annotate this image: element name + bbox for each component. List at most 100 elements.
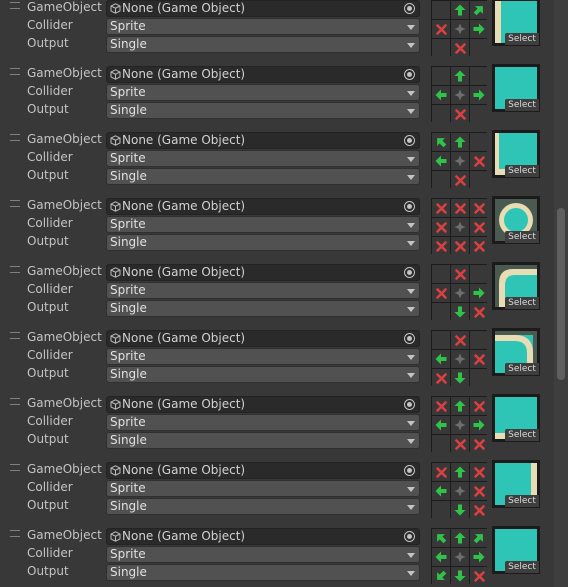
collider-dropdown[interactable]: Sprite (106, 414, 420, 431)
drag-handle-icon[interactable] (10, 134, 20, 141)
sprite-preview[interactable]: Select (492, 262, 540, 310)
neighbor-cell-empty[interactable] (432, 39, 450, 57)
arrow-e-icon[interactable] (470, 416, 488, 434)
arrow-w-icon[interactable] (432, 86, 450, 104)
arrow-e-icon[interactable] (470, 548, 488, 566)
output-dropdown[interactable]: Single (106, 366, 420, 383)
not-this-icon[interactable] (451, 265, 469, 283)
sprite-preview[interactable]: Select (492, 130, 540, 178)
gameobject-field[interactable]: None (Game Object) (106, 0, 420, 17)
not-this-icon[interactable] (470, 567, 488, 585)
neighbor-cell-empty[interactable] (470, 171, 488, 189)
select-sprite-button[interactable]: Select (505, 429, 539, 441)
neighbor-cell-empty[interactable] (432, 265, 450, 283)
gameobject-field[interactable]: None (Game Object) (106, 462, 420, 479)
not-this-icon[interactable] (470, 350, 488, 368)
sprite-preview[interactable]: Select (492, 196, 540, 244)
not-this-icon[interactable] (432, 20, 450, 38)
arrow-s-icon[interactable] (451, 501, 469, 519)
drag-handle-icon[interactable] (10, 398, 20, 405)
not-this-icon[interactable] (470, 152, 488, 170)
arrow-n-icon[interactable] (451, 133, 469, 151)
sprite-preview[interactable]: Select (492, 526, 540, 574)
neighbor-cell-empty[interactable] (432, 501, 450, 519)
arrow-w-icon[interactable] (432, 152, 450, 170)
collider-dropdown[interactable]: Sprite (106, 348, 420, 365)
object-picker-icon[interactable] (404, 3, 415, 14)
drag-handle-icon[interactable] (10, 200, 20, 207)
sprite-preview[interactable]: Select (492, 328, 540, 376)
select-sprite-button[interactable]: Select (505, 363, 539, 375)
arrow-n-icon[interactable] (451, 529, 469, 547)
not-this-icon[interactable] (470, 501, 488, 519)
arrow-w-icon[interactable] (432, 548, 450, 566)
arrow-w-icon[interactable] (432, 416, 450, 434)
select-sprite-button[interactable]: Select (505, 33, 539, 45)
neighbor-cell-empty[interactable] (432, 1, 450, 19)
neighbor-cell-empty[interactable] (432, 105, 450, 123)
not-this-icon[interactable] (451, 171, 469, 189)
arrow-n-icon[interactable] (451, 1, 469, 19)
collider-dropdown[interactable]: Sprite (106, 480, 420, 497)
arrow-ne-icon[interactable] (470, 1, 488, 19)
drag-handle-icon[interactable] (10, 464, 20, 471)
select-sprite-button[interactable]: Select (505, 99, 539, 111)
neighbor-cell-empty[interactable] (470, 105, 488, 123)
arrow-nw-icon[interactable] (432, 529, 450, 547)
vertical-scrollbar[interactable] (554, 0, 568, 587)
arrow-w-icon[interactable] (432, 482, 450, 500)
arrow-e-icon[interactable] (470, 20, 488, 38)
arrow-ne-icon[interactable] (470, 529, 488, 547)
not-this-icon[interactable] (432, 218, 450, 236)
arrow-sw-icon[interactable] (432, 567, 450, 585)
object-picker-icon[interactable] (404, 333, 415, 344)
output-dropdown[interactable]: Single (106, 432, 420, 449)
not-this-icon[interactable] (451, 331, 469, 349)
not-this-icon[interactable] (470, 463, 488, 481)
gameobject-field[interactable]: None (Game Object) (106, 528, 420, 545)
select-sprite-button[interactable]: Select (505, 561, 539, 573)
arrow-n-icon[interactable] (451, 67, 469, 85)
not-this-icon[interactable] (470, 482, 488, 500)
gameobject-field[interactable]: None (Game Object) (106, 396, 420, 413)
not-this-icon[interactable] (470, 199, 488, 217)
not-this-icon[interactable] (451, 435, 469, 453)
neighbor-cell-empty[interactable] (432, 435, 450, 453)
drag-handle-icon[interactable] (10, 266, 20, 273)
gameobject-field[interactable]: None (Game Object) (106, 330, 420, 347)
collider-dropdown[interactable]: Sprite (106, 150, 420, 167)
not-this-icon[interactable] (432, 463, 450, 481)
not-this-icon[interactable] (432, 199, 450, 217)
sprite-preview[interactable]: Select (492, 394, 540, 442)
sprite-preview[interactable]: Select (492, 0, 540, 46)
neighbor-cell-empty[interactable] (470, 39, 488, 57)
arrow-nw-icon[interactable] (432, 133, 450, 151)
not-this-icon[interactable] (451, 199, 469, 217)
select-sprite-button[interactable]: Select (505, 495, 539, 507)
output-dropdown[interactable]: Single (106, 564, 420, 581)
output-dropdown[interactable]: Single (106, 498, 420, 515)
object-picker-icon[interactable] (404, 465, 415, 476)
select-sprite-button[interactable]: Select (505, 297, 539, 309)
output-dropdown[interactable]: Single (106, 300, 420, 317)
neighbor-cell-empty[interactable] (470, 67, 488, 85)
drag-handle-icon[interactable] (10, 332, 20, 339)
object-picker-icon[interactable] (404, 201, 415, 212)
neighbor-cell-empty[interactable] (470, 265, 488, 283)
neighbor-cell-empty[interactable] (432, 171, 450, 189)
collider-dropdown[interactable]: Sprite (106, 282, 420, 299)
not-this-icon[interactable] (432, 237, 450, 255)
arrow-e-icon[interactable] (470, 86, 488, 104)
neighbor-cell-empty[interactable] (432, 331, 450, 349)
arrow-n-icon[interactable] (451, 463, 469, 481)
not-this-icon[interactable] (470, 397, 488, 415)
neighbor-cell-empty[interactable] (470, 369, 488, 387)
drag-handle-icon[interactable] (10, 530, 20, 537)
arrow-s-icon[interactable] (451, 369, 469, 387)
not-this-icon[interactable] (470, 303, 488, 321)
drag-handle-icon[interactable] (10, 68, 20, 75)
not-this-icon[interactable] (432, 369, 450, 387)
neighbor-cell-empty[interactable] (470, 331, 488, 349)
object-picker-icon[interactable] (404, 69, 415, 80)
scrollbar-thumb[interactable] (557, 208, 565, 380)
